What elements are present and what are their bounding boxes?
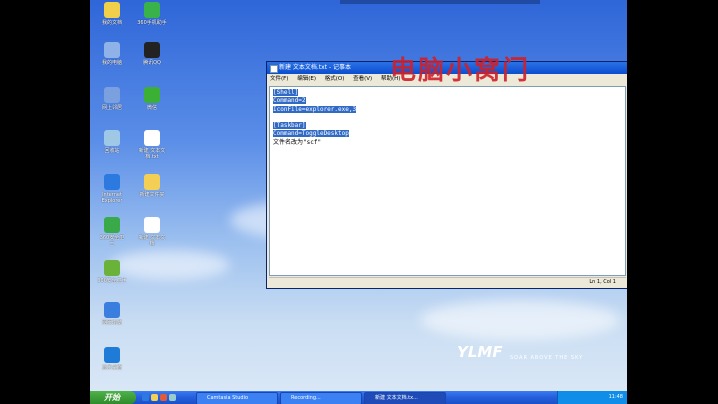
text-editor[interactable]: [Shell] Command=2 IconFile=explorer.exe,3 [… — [269, 86, 626, 276]
start-button[interactable]: 开始 — [90, 391, 136, 404]
desktop-icon-label: 网上邻居 — [101, 105, 122, 111]
taskbar-notepad[interactable]: 新建 文本文档.tx... — [364, 392, 446, 404]
desktop: 我的文档 360手机助手我的电脑 腾讯QQ 网上邻居 微信回收站 新建 文本文 档.txt… — [90, 0, 627, 404]
desktop-icon-image — [144, 42, 160, 58]
desktop-icon[interactable]: 网上邻居 — [92, 87, 132, 111]
text-line-content: 文件名改为"scf" — [273, 138, 322, 146]
desktop-icon-image — [144, 87, 160, 103]
desktop-icon-label: 微信 — [146, 105, 157, 111]
notepad-icon — [270, 65, 278, 73]
desktop-quicklaunch-icon[interactable] — [169, 394, 176, 401]
text-line: [Taskbar] — [273, 122, 622, 130]
taskbar-camtasia[interactable]: Camtasia Studio — [196, 392, 278, 404]
desktop-icon[interactable]: 网页浏览 — [92, 302, 132, 326]
menu-view[interactable]: 查看(V) — [353, 76, 372, 82]
desktop-icon[interactable]: 回收站 — [92, 130, 132, 154]
desktop-icon-label: 显示桌面 — [101, 365, 122, 371]
desktop-icon-image — [104, 2, 120, 18]
desktop-icon-label: 新建文件夹 — [139, 192, 165, 198]
menu-file[interactable]: 文件(F) — [270, 76, 288, 82]
taskbar-recording[interactable]: Recording... — [280, 392, 362, 404]
system-tray: 11:48 — [557, 391, 627, 404]
desktop-icon-image — [104, 302, 120, 318]
desktop-icon-label: 新建 文本文 档 — [138, 235, 166, 247]
desktop-icon-image — [144, 2, 160, 18]
text-line-content: [Taskbar] — [273, 122, 306, 130]
desktop-icon-image — [104, 347, 120, 363]
text-line: [Shell] — [273, 89, 622, 97]
logo-tagline: SOAR ABOVE THE SKY — [510, 355, 584, 361]
ie-quicklaunch-icon[interactable] — [142, 394, 149, 401]
desktop-icon-label: 腾讯QQ — [143, 60, 161, 66]
desktop-icon[interactable]: Internet Explorer — [92, 174, 132, 204]
clock[interactable]: 11:48 — [609, 394, 623, 400]
desktop-icon-image — [104, 42, 120, 58]
desktop-icon[interactable]: 360安全卫士 — [92, 260, 132, 284]
desktop-icon-label: Internet Explorer — [101, 192, 123, 204]
text-line: Command=2 — [273, 97, 622, 105]
desktop-icon-label: 网页浏览 — [101, 320, 122, 326]
text-line — [273, 114, 622, 122]
desktop-icon-label: 新建 文本文 档.txt — [138, 148, 166, 160]
desktop-icon[interactable]: 腾讯QQ — [132, 42, 172, 66]
desktop-icon-label: 360安全卫士 — [97, 278, 127, 284]
text-line: Command=ToggleDesktop — [273, 130, 622, 138]
cloud — [420, 300, 620, 340]
top-bar-fragment — [340, 0, 540, 4]
desktop-icon[interactable]: 显示桌面 — [92, 347, 132, 371]
desktop-icon[interactable]: 新建文件夹 — [132, 174, 172, 198]
desktop-icon[interactable]: 新建 文本文 档.txt — [132, 130, 172, 160]
status-bar: Ln 1, Col 1 — [269, 277, 626, 287]
desktop-icon[interactable]: 新建 文本文 档 — [132, 217, 172, 247]
desktop-icon[interactable]: 360安全卫 士 — [92, 217, 132, 247]
desktop-icon-image — [104, 260, 120, 276]
text-line-content: IconFile=explorer.exe,3 — [273, 105, 357, 113]
watermark: 电脑小窝门 — [390, 56, 531, 86]
desktop-icon-image — [104, 217, 120, 233]
app-quicklaunch-icon[interactable] — [160, 394, 167, 401]
folder-quicklaunch-icon[interactable] — [151, 394, 158, 401]
taskbar: 开始 Camtasia Studio Recording... 新建 文本文档.… — [90, 391, 627, 404]
menu-edit[interactable]: 编辑(E) — [297, 76, 316, 82]
cursor-position: Ln 1, Col 1 — [589, 279, 616, 285]
desktop-icon-image — [104, 174, 120, 190]
desktop-icon-image — [144, 130, 160, 146]
desktop-icon-label: 360手机助手 — [137, 20, 167, 26]
desktop-icon-label: 我的文档 — [101, 20, 122, 26]
window-title: 新建 文本文档.txt - 记事本 — [279, 64, 352, 71]
desktop-icon-image — [144, 217, 160, 233]
desktop-icon[interactable]: 我的电脑 — [92, 42, 132, 66]
desktop-icon-label: 360安全卫 士 — [99, 235, 125, 247]
notepad-window[interactable]: 新建 文本文档.txt - 记事本 文件(F) 编辑(E) 格式(O) 查看(V… — [266, 61, 627, 289]
desktop-icon[interactable]: 我的文档 — [92, 2, 132, 26]
desktop-icon-label: 回收站 — [104, 148, 120, 154]
desktop-icon-image — [144, 174, 160, 190]
text-line-content: Command=2 — [273, 97, 306, 105]
menu-format[interactable]: 格式(O) — [325, 76, 345, 82]
text-line-content: Command=ToggleDesktop — [273, 130, 349, 138]
desktop-icon[interactable]: 微信 — [132, 87, 172, 111]
desktop-icon-image — [104, 130, 120, 146]
desktop-icon-label: 我的电脑 — [101, 60, 122, 66]
desktop-icon-image — [104, 87, 120, 103]
text-line: 文件名改为"scf" — [273, 139, 622, 147]
desktop-icon[interactable]: 360手机助手 — [132, 2, 172, 26]
text-line: IconFile=explorer.exe,3 — [273, 105, 622, 114]
logo-text: YLMF — [457, 343, 503, 361]
ylmf-logo: YLMF — [457, 343, 503, 361]
text-line-content: [Shell] — [273, 89, 299, 96]
